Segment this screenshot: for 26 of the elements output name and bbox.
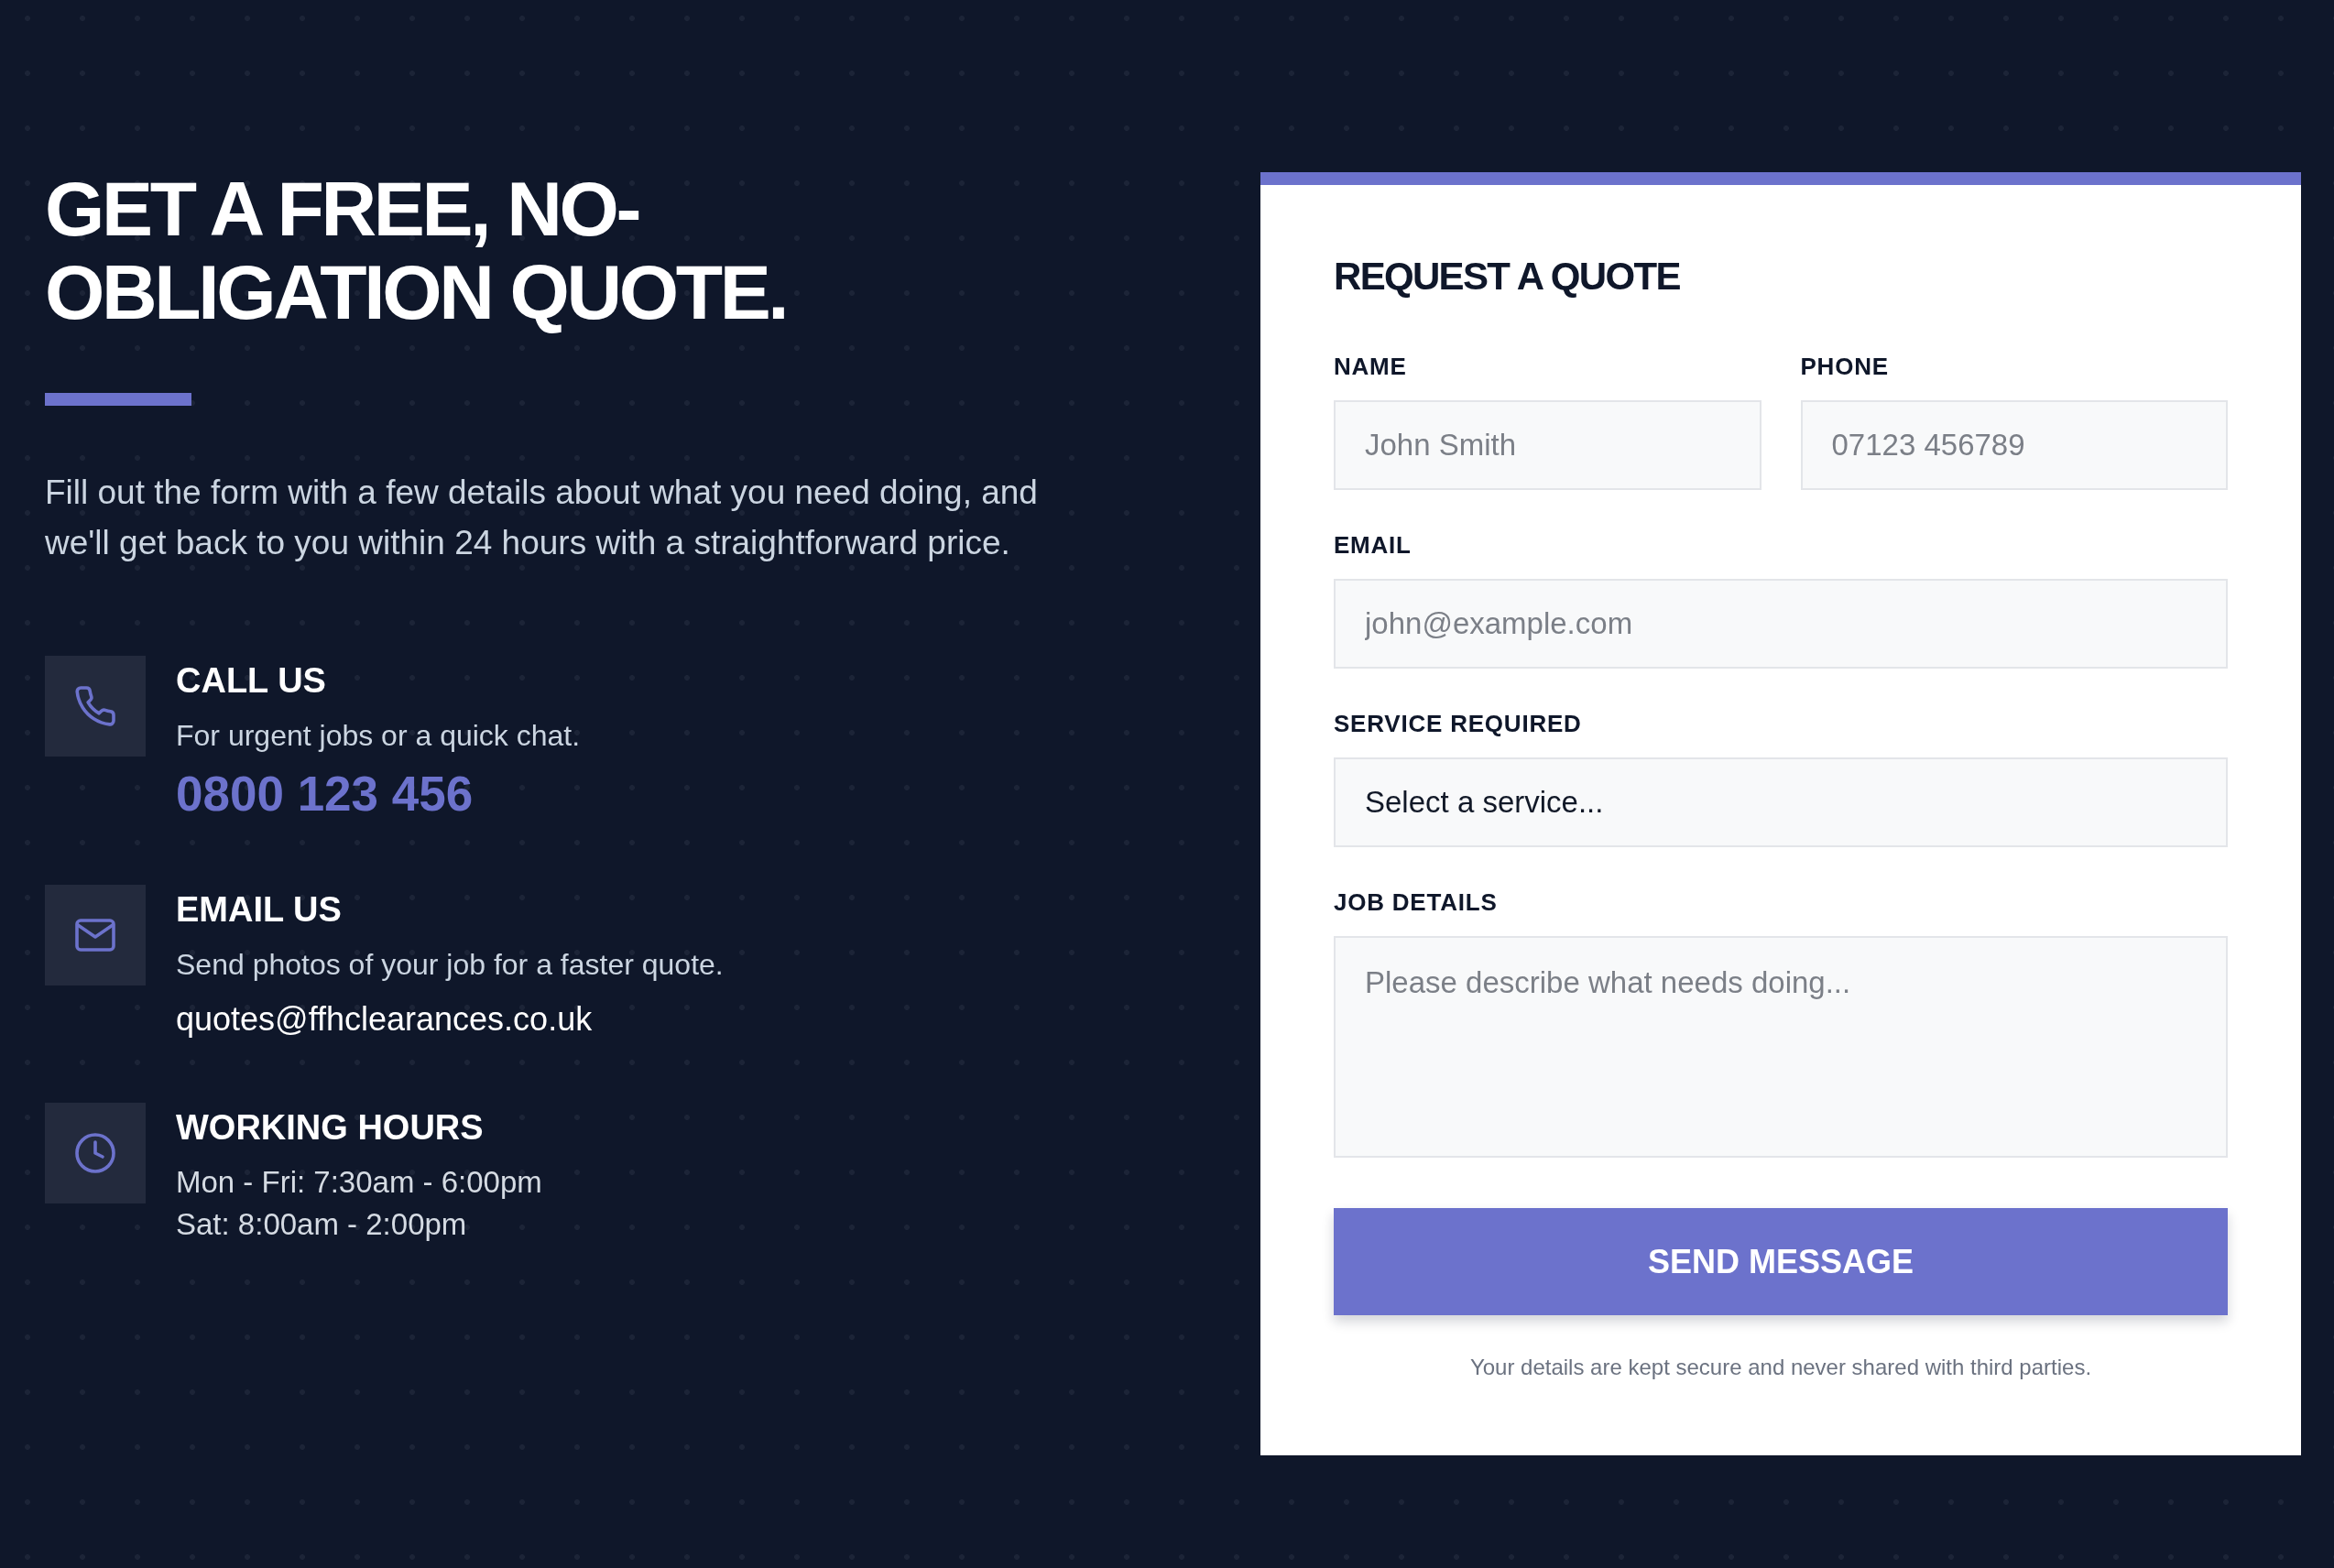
contact-title: WORKING HOURS — [176, 1107, 484, 1149]
contact-title: CALL US — [176, 660, 326, 702]
contact-description: For urgent jobs or a quick chat. — [176, 718, 581, 754]
input-field[interactable]: 07123 456789 — [1800, 400, 2228, 490]
phone-link[interactable]: 0800 123 456 — [176, 766, 474, 822]
envelope-icon — [45, 885, 146, 985]
field-label: PHONE — [1800, 352, 1890, 381]
field-label: EMAIL — [1334, 530, 1412, 560]
contact-description: Send photos of your job for a faster quote. — [176, 947, 724, 983]
field-label: JOB DETAILS — [1334, 887, 1499, 917]
page-heading: GET A FREE, NO-OBLIGATION QUOTE. — [45, 168, 788, 334]
textarea-field[interactable]: Please describe what needs doing... — [1334, 936, 2228, 1158]
form-title: REQUEST A QUOTE — [1334, 254, 1681, 299]
input-field[interactable]: John Smith — [1334, 400, 1761, 490]
intro-text: Fill out the form with a few details about what you need doing, and we'll get back to you within 24 hours with a straightforward price. — [45, 473, 1039, 563]
contact-title: EMAIL US — [176, 889, 342, 931]
clock-icon — [45, 1103, 146, 1203]
field-label: SERVICE REQUIRED — [1334, 709, 1583, 738]
email-link[interactable]: quotes@ffhclearances.co.uk — [176, 998, 593, 1040]
phone-icon — [45, 656, 146, 757]
send-message-button[interactable]: SEND MESSAGE — [1334, 1208, 2228, 1315]
field-label: NAME — [1334, 352, 1408, 381]
hours-text: Sat: 8:00am - 2:00pm — [176, 1206, 467, 1243]
hours-text: Mon - Fri: 7:30am - 6:00pm — [176, 1164, 542, 1201]
service-select[interactable]: Select a service... — [1334, 757, 2228, 847]
privacy-note: Your details are kept secure and never shared with third parties. — [1468, 1354, 2093, 1381]
